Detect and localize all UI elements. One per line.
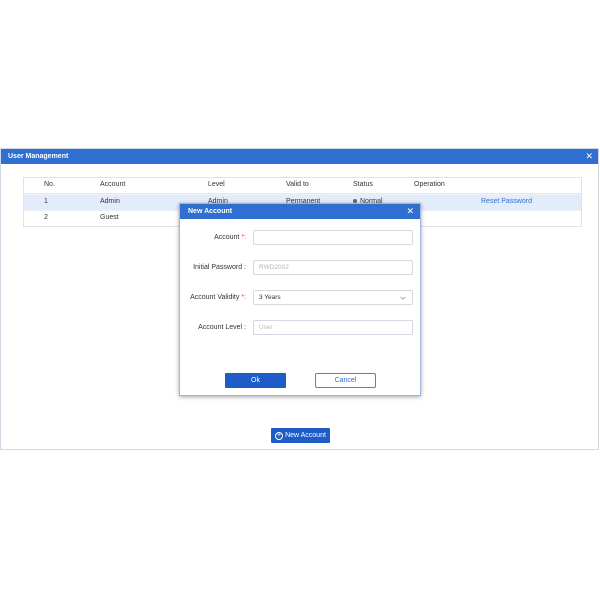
main-titlebar: User Management ✕ [1,149,598,164]
required-mark: *: [241,234,246,241]
chevron-down-icon [400,296,406,300]
dialog-titlebar: New Account ✕ [180,204,420,219]
new-account-label: New Account [285,432,326,439]
cell-account: Admin [100,198,120,205]
account-validity-row: Account Validity *: 3 Years [180,290,422,305]
dialog-title: New Account [188,208,233,215]
cancel-button[interactable]: Cancel [315,373,376,388]
new-account-button[interactable]: + New Account [271,428,330,443]
window-title: User Management [8,153,69,160]
account-level-row: Account Level : [180,320,422,335]
header-valid-to: Valid to [286,181,309,188]
cell-account: Guest [100,214,119,221]
cell-no: 2 [44,214,48,221]
account-validity-value: 3 Years [259,294,281,301]
plus-circle-icon: + [275,431,284,440]
account-label-text: Account [214,234,240,241]
account-validity-select[interactable]: 3 Years [253,290,413,305]
table-header: No. Account Level Valid to Status Operat… [24,178,581,194]
account-level-label: Account Level : [198,324,246,331]
new-account-dialog: New Account ✕ Account *: Initial Passwor… [179,203,421,396]
account-input[interactable] [253,230,413,245]
header-no: No. [44,181,55,188]
header-operation: Operation [414,181,445,188]
account-label: Account *: [214,234,246,241]
header-status: Status [353,181,373,188]
initial-password-row: Initial Password : [180,260,422,275]
ok-button[interactable]: Ok [225,373,286,388]
header-level: Level [208,181,225,188]
required-mark: *: [241,294,246,301]
reset-password-link[interactable]: Reset Password [481,198,532,205]
initial-password-label: Initial Password : [193,264,246,271]
account-level-input[interactable] [253,320,413,335]
close-icon[interactable]: ✕ [585,152,593,161]
account-row: Account *: [180,230,422,245]
close-icon[interactable]: ✕ [406,207,414,216]
header-account: Account [100,181,126,188]
cell-no: 1 [44,198,48,205]
account-validity-label-text: Account Validity [190,294,240,301]
initial-password-input[interactable] [253,260,413,275]
account-validity-label: Account Validity *: [190,294,246,301]
